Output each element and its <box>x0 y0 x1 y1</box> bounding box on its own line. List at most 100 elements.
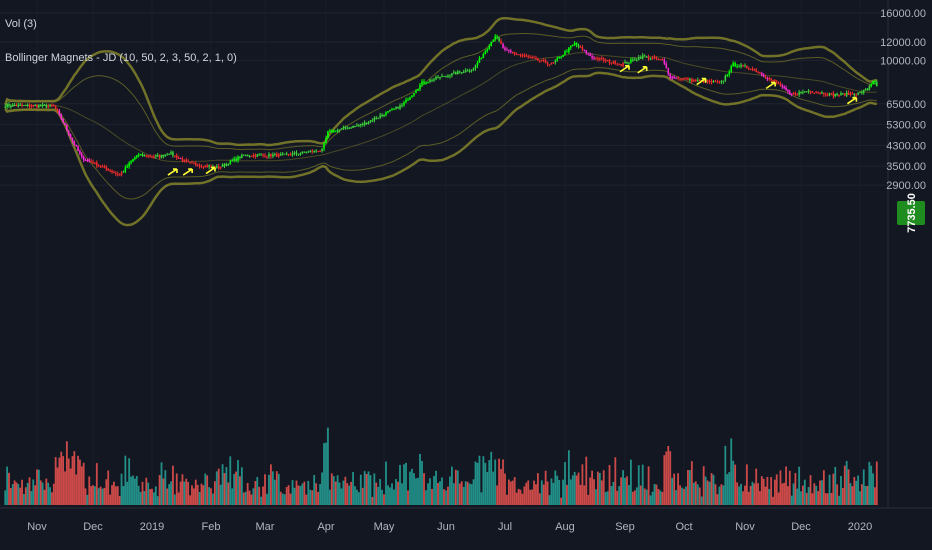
volume-bar <box>168 484 171 505</box>
volume-bar <box>325 442 327 505</box>
candle-body <box>845 92 848 96</box>
volume-bar <box>745 464 748 505</box>
candle-body <box>685 78 687 80</box>
candle-body <box>256 154 259 157</box>
candle-body <box>141 154 144 156</box>
candle-body <box>26 104 29 106</box>
chart-root[interactable]: 16000.00 12000.00 10000.00 6500.00 5300.00 43… <box>0 0 932 550</box>
volume-bar <box>260 496 263 505</box>
candle-body <box>96 162 98 166</box>
volume-bar <box>235 471 237 505</box>
volume-bar <box>724 445 727 505</box>
volume-bar <box>828 474 831 505</box>
volume-bar <box>515 492 518 505</box>
candle-body <box>671 76 673 79</box>
candle-body <box>815 92 818 94</box>
candle-body <box>843 93 846 96</box>
volume-bar <box>527 480 530 505</box>
volume-bar <box>389 487 391 505</box>
volume-bar <box>67 458 70 505</box>
volume-bar <box>872 473 874 505</box>
candle-body <box>490 41 493 47</box>
volume-bar <box>698 487 701 505</box>
volume-bar <box>437 482 439 505</box>
volume-bar <box>443 489 445 505</box>
candle-body <box>101 166 104 168</box>
candle-body <box>421 81 423 85</box>
volume-bar <box>821 480 823 505</box>
volume-bar <box>107 470 110 505</box>
candle-body <box>805 91 808 93</box>
volume-bar <box>478 455 481 505</box>
volume-bar <box>80 466 83 505</box>
volume-bar <box>309 489 312 505</box>
volume-bar <box>667 445 670 505</box>
x-tick-label-10: Sep <box>615 521 635 533</box>
volume-bar <box>643 488 646 505</box>
volume-bar <box>299 486 302 505</box>
volume-bar <box>287 485 290 505</box>
volume-bar <box>86 494 89 505</box>
candle-body <box>379 115 381 118</box>
volume-bar <box>266 493 268 505</box>
volume-bar <box>476 462 479 505</box>
volume-bar <box>181 474 184 505</box>
candle-body <box>130 161 132 163</box>
candle-body <box>69 134 72 138</box>
volume-bar <box>411 468 413 505</box>
volume-bar <box>531 489 533 505</box>
volume-bar <box>669 451 672 505</box>
volume-bar <box>639 485 642 505</box>
volume-bar <box>569 479 572 505</box>
y-tick-label-4: 5300.00 <box>886 119 926 131</box>
volume-bar <box>69 468 72 505</box>
volume-bar <box>673 473 676 505</box>
volume-bar <box>817 491 820 505</box>
price-scale[interactable] <box>887 0 932 508</box>
candle-body <box>118 174 121 176</box>
volume-bar <box>328 489 331 505</box>
price-chart[interactable]: 16000.00 12000.00 10000.00 6500.00 5300.00 43… <box>0 0 932 550</box>
volume-bar <box>548 495 551 505</box>
x-tick-label-6: May <box>374 521 395 533</box>
x-tick-label-5: Apr <box>317 521 334 533</box>
candle-body <box>435 77 437 80</box>
volume-bar <box>317 491 320 505</box>
candle-body <box>842 93 844 95</box>
candle-body <box>210 165 212 167</box>
volume-bar <box>375 482 378 505</box>
candle-body <box>675 77 677 79</box>
volume-bar <box>252 488 255 505</box>
candle-body <box>329 130 331 132</box>
candle-body <box>206 165 208 167</box>
candle-body <box>272 154 274 157</box>
candle-body <box>120 172 123 176</box>
volume-bar <box>187 481 190 505</box>
volume-bar <box>373 473 376 505</box>
volume-bar <box>604 492 607 505</box>
candle-body <box>562 54 564 57</box>
volume-bar <box>874 487 876 505</box>
candle-body <box>198 165 201 167</box>
candle-body <box>79 150 81 154</box>
volume-bar <box>857 475 859 505</box>
candle-body <box>356 125 358 127</box>
candle-body <box>517 54 520 56</box>
candle-body <box>417 88 419 91</box>
candle-body <box>488 46 491 50</box>
candle-body <box>468 71 471 73</box>
volume-bar <box>566 484 568 505</box>
candle-body <box>602 58 605 61</box>
candle-body <box>342 127 345 129</box>
volume-bar <box>777 492 780 505</box>
candle-body <box>354 126 356 128</box>
volume-bar <box>788 470 791 505</box>
volume-bar <box>371 496 374 505</box>
candle-body <box>864 89 867 91</box>
volume-bar <box>460 481 463 505</box>
candle-body <box>17 104 20 107</box>
candle-body <box>537 58 539 61</box>
volume-bar <box>832 473 835 505</box>
candle-body <box>191 162 193 164</box>
volume-bar <box>248 490 251 505</box>
